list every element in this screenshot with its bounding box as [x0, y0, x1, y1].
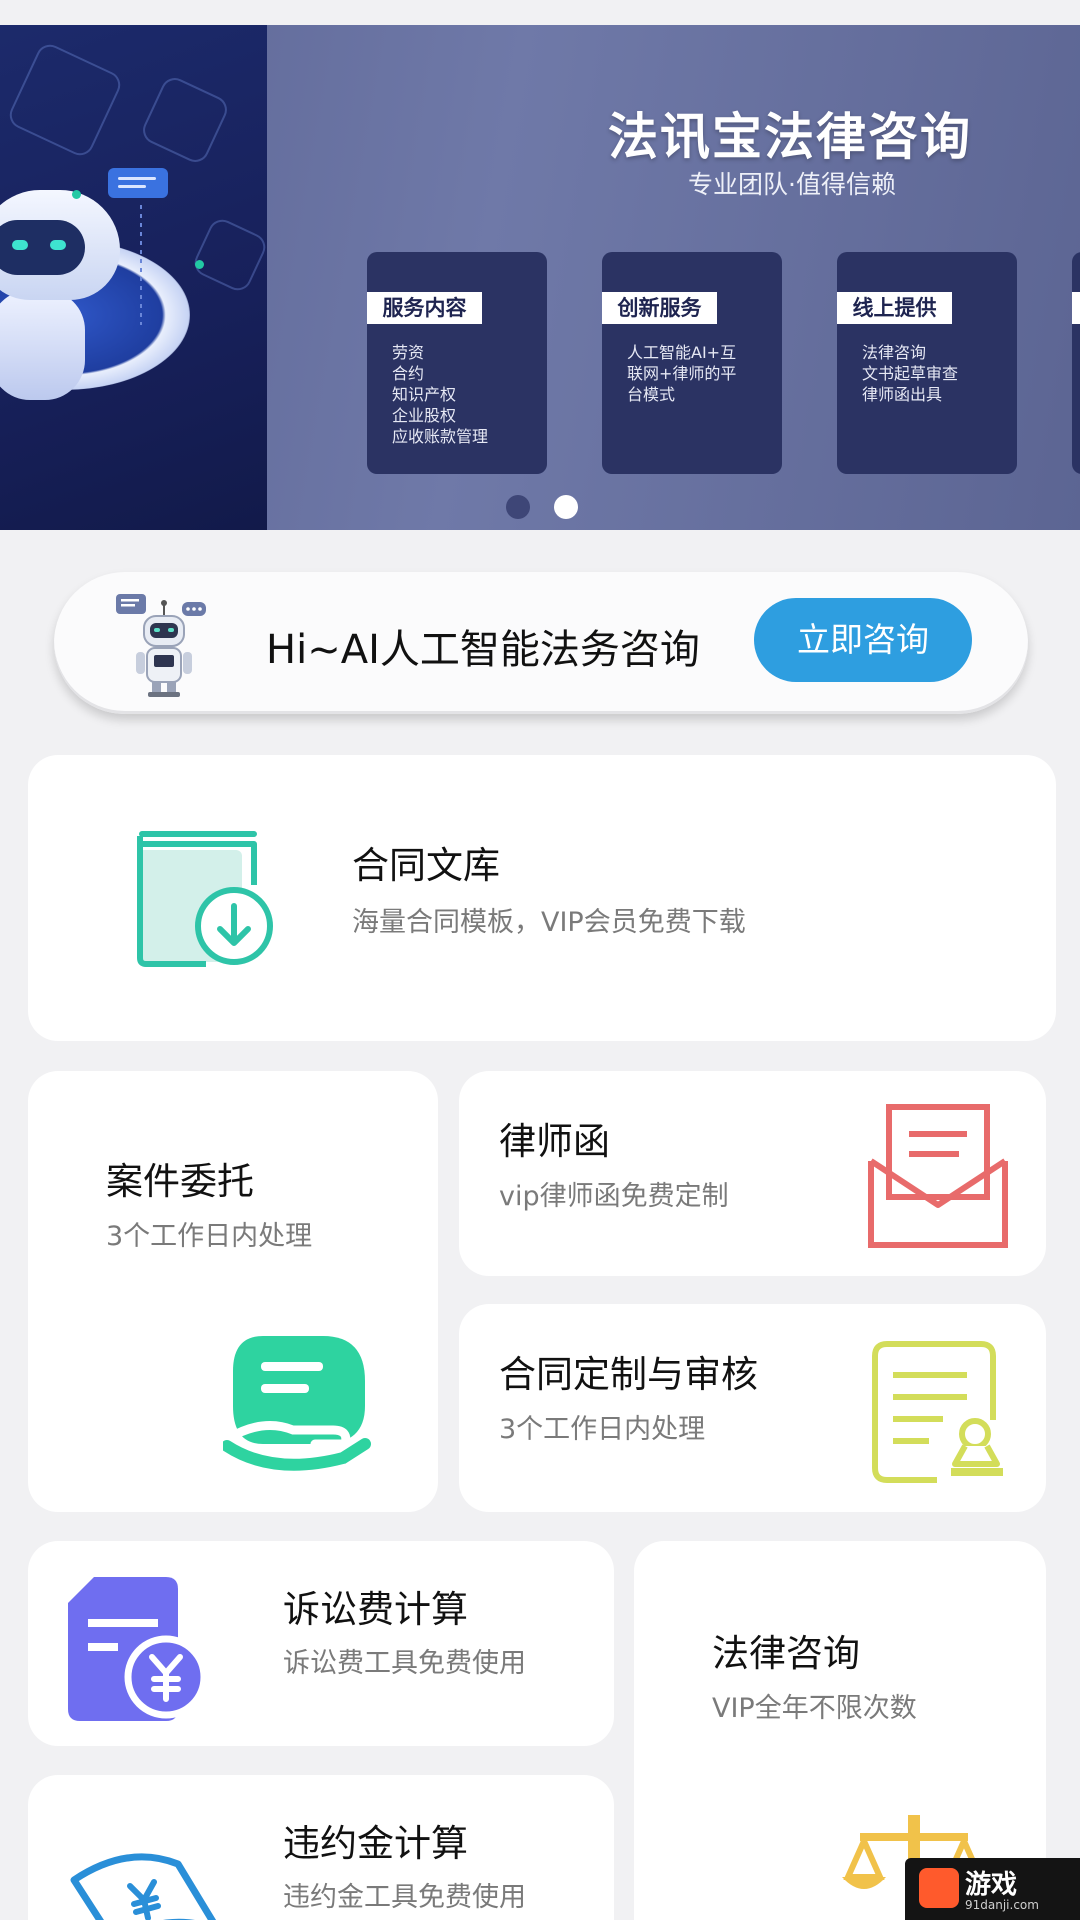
promo-banner[interactable]: 法讯宝法律咨询 专业团队·值得信赖 服务内容 劳资 合约 知识产权 企业股权 应… [0, 25, 1080, 530]
contract-review-card[interactable]: 合同定制与审核 3个工作日内处理 [459, 1304, 1046, 1512]
card-subtitle: vip律师函免费定制 [499, 1181, 729, 1212]
watermark-url: 91danji.com [965, 1898, 1039, 1912]
robot-illustration [0, 25, 270, 530]
card-title: 诉讼费计算 [283, 1588, 468, 1631]
card-subtitle: VIP全年不限次数 [712, 1693, 917, 1724]
card-title: 违约金计算 [283, 1822, 468, 1865]
card-subtitle: 3个工作日内处理 [499, 1414, 706, 1445]
banner-card-line: 文书起草审查 [862, 364, 959, 383]
card-title: 法律咨询 [712, 1632, 860, 1675]
site-watermark: 游戏 91danji.com [905, 1858, 1080, 1920]
card-subtitle: 3个工作日内处理 [106, 1221, 313, 1252]
yuan-document-icon [68, 1577, 206, 1721]
banner-card-line: 劳资 [392, 343, 425, 362]
penalty-calc-card[interactable]: 违约金计算 违约金工具免费使用 [28, 1775, 614, 1920]
banner-card-line: 台模式 [627, 385, 676, 404]
ai-consult-bar[interactable]: Hi~AI人工智能法务咨询 立即咨询 [54, 572, 1028, 714]
case-entrust-card[interactable]: 案件委托 3个工作日内处理 [28, 1071, 438, 1512]
card-title: 合同文库 [352, 844, 500, 887]
robot-icon [116, 594, 206, 697]
banner-card-label: 服务内容 [367, 292, 482, 324]
card-subtitle: 违约金工具免费使用 [283, 1882, 526, 1913]
banner-card-label: 线上提供 [837, 292, 952, 324]
carousel-dot[interactable] [506, 495, 530, 519]
banner-card-line: 企业股权 [392, 406, 457, 425]
carousel-dot-active[interactable] [554, 495, 578, 519]
banner-title: 法讯宝法律咨询 [608, 108, 972, 166]
yuan-banknote-icon [70, 1853, 217, 1920]
banner-card-line: 应收账款管理 [392, 427, 489, 446]
banner-service-card: 服务内容 劳资 合约 知识产权 企业股权 应收账款管理 [367, 252, 547, 474]
hand-document-icon [223, 1336, 371, 1471]
card-title: 案件委托 [106, 1160, 254, 1203]
banner-online-card: 线上提供 法律咨询 文书起草审查 律师函出具 [837, 252, 1017, 474]
card-subtitle: 诉讼费工具免费使用 [283, 1648, 526, 1679]
contract-library-card[interactable]: 合同文库 海量合同模板，VIP会员免费下载 [28, 755, 1056, 1041]
watermark-text: 游戏 [965, 1870, 1018, 1900]
banner-card-line: 人工智能AI+互 [627, 343, 737, 362]
banner-card-partial [1072, 252, 1080, 474]
banner-innovation-card: 创新服务 人工智能AI+互 联网+律师的平 台模式 [602, 252, 782, 474]
watermark-logo-icon [919, 1868, 959, 1908]
lawyer-letter-card[interactable]: 律师函 vip律师函免费定制 [459, 1071, 1046, 1276]
banner-card-line: 法律咨询 [862, 343, 927, 362]
card-subtitle: 海量合同模板，VIP会员免费下载 [352, 907, 746, 938]
card-title: 律师函 [499, 1120, 610, 1163]
card-title: 合同定制与审核 [499, 1353, 758, 1396]
banner-card-line: 律师函出具 [862, 385, 943, 404]
chat-bubble-icon [108, 168, 168, 198]
banner-card-label: 创新服务 [602, 292, 717, 324]
litigation-fee-card[interactable]: 诉讼费计算 诉讼费工具免费使用 [28, 1541, 614, 1746]
banner-subtitle: 专业团队·值得信赖 [688, 170, 896, 199]
banner-card-line: 知识产权 [392, 385, 457, 404]
document-stamp-icon [872, 1341, 1003, 1483]
consult-now-button[interactable]: 立即咨询 [754, 598, 972, 682]
book-download-icon [137, 831, 273, 967]
envelope-letter-icon [868, 1104, 1008, 1248]
ai-consult-text: Hi~AI人工智能法务咨询 [266, 627, 700, 673]
banner-card-line: 合约 [392, 364, 425, 383]
banner-card-line: 联网+律师的平 [627, 364, 737, 383]
